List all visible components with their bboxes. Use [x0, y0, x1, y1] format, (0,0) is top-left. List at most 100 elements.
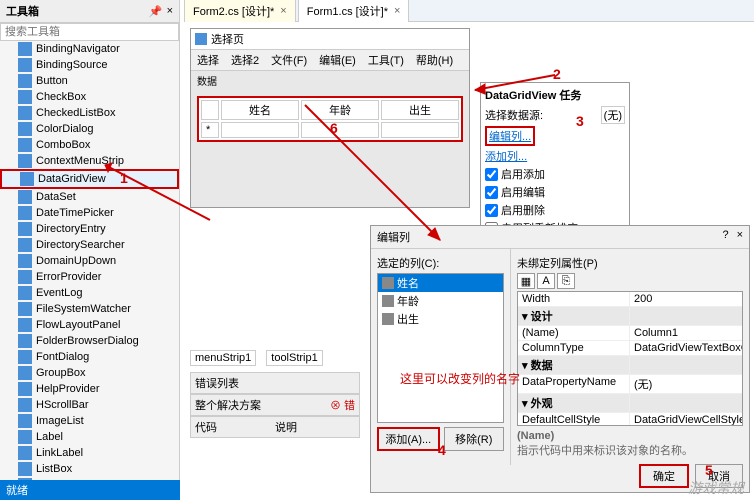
toolbox-item-eventlog[interactable]: EventLog: [0, 285, 179, 301]
scope-dropdown[interactable]: 整个解决方案: [195, 397, 330, 413]
toolbox-item-imagelist[interactable]: ImageList: [0, 413, 179, 429]
toolbox-panel: 工具箱 📌 × BindingNavigatorBindingSourceBut…: [0, 0, 180, 500]
remove-button[interactable]: 移除(R): [444, 427, 505, 451]
control-icon: [18, 106, 32, 120]
annotation-note: 这里可以改变列的名字: [400, 370, 520, 387]
property-row[interactable]: ▾ 数据: [518, 356, 742, 375]
watermark: 游戏常规: [688, 478, 744, 498]
task-checkbox[interactable]: [485, 204, 498, 217]
toolbox-item-fontdialog[interactable]: FontDialog: [0, 349, 179, 365]
control-icon: [18, 90, 32, 104]
menu-item[interactable]: 帮助(H): [410, 50, 459, 70]
task-checkbox[interactable]: [485, 186, 498, 199]
error-list-title: 错误列表: [190, 372, 360, 394]
control-icon: [18, 58, 32, 72]
control-icon: [18, 154, 32, 168]
close-icon[interactable]: ×: [280, 5, 286, 17]
close-icon[interactable]: ×: [737, 229, 743, 245]
toolstrip-component[interactable]: toolStrip1: [266, 350, 322, 366]
toolbox-item-filesystemwatcher[interactable]: FileSystemWatcher: [0, 301, 179, 317]
toolbox-item-button[interactable]: Button: [0, 73, 179, 89]
window-titlebar: 选择页: [191, 29, 469, 50]
property-row[interactable]: DefaultCellStyleDataGridViewCellStyle { …: [518, 413, 742, 426]
app-icon: [195, 33, 207, 45]
pin-icon[interactable]: 📌: [149, 5, 163, 18]
property-row[interactable]: DataPropertyName(无): [518, 375, 742, 394]
menu-item[interactable]: 选择: [191, 50, 225, 70]
selected-columns-list[interactable]: 姓名年龄出生: [377, 273, 504, 423]
datasource-dropdown[interactable]: (无): [601, 106, 625, 124]
toolbox-item-combobox[interactable]: ComboBox: [0, 137, 179, 153]
annotation-4: 4: [438, 442, 446, 458]
control-icon: [18, 382, 32, 396]
task-checkbox[interactable]: [485, 168, 498, 181]
toolbox-item-flowlayoutpanel[interactable]: FlowLayoutPanel: [0, 317, 179, 333]
property-grid[interactable]: Width200▾ 设计(Name)Column1ColumnTypeDataG…: [517, 291, 743, 426]
control-icon: [18, 286, 32, 300]
document-tab[interactable]: Form1.cs [设计]*×: [298, 0, 410, 22]
toolbox-search-input[interactable]: [0, 23, 179, 41]
menubar[interactable]: 选择选择2文件(F)编辑(E)工具(T)帮助(H): [191, 50, 469, 71]
toolbox-title: 工具箱: [6, 3, 149, 19]
menu-item[interactable]: 选择2: [225, 50, 265, 70]
menu-item[interactable]: 编辑(E): [313, 50, 362, 70]
toolbox-item-listbox[interactable]: ListBox: [0, 461, 179, 477]
control-icon: [18, 222, 32, 236]
props-label: 未绑定列属性(P): [517, 255, 743, 271]
toolbox-item-label[interactable]: Label: [0, 429, 179, 445]
toolbox-item-linklabel[interactable]: LinkLabel: [0, 445, 179, 461]
edit-columns-link[interactable]: 编辑列...: [485, 126, 535, 146]
toolbox-item-domainupdown[interactable]: DomainUpDown: [0, 253, 179, 269]
toolbox-list[interactable]: BindingNavigatorBindingSourceButtonCheck…: [0, 41, 179, 495]
column-header[interactable]: 姓名: [221, 100, 299, 120]
status-bar: 就绪: [0, 480, 180, 500]
control-icon: [18, 398, 32, 412]
add-button[interactable]: 添加(A)...: [377, 427, 440, 451]
column-item[interactable]: 出生: [378, 310, 503, 328]
property-row[interactable]: Width200: [518, 292, 742, 307]
control-icon: [18, 366, 32, 380]
annotation-5: 5: [705, 462, 713, 478]
column-icon: [382, 295, 394, 307]
toolbox-item-checkedlistbox[interactable]: CheckedListBox: [0, 105, 179, 121]
property-row[interactable]: (Name)Column1: [518, 326, 742, 341]
ok-button[interactable]: 确定: [639, 464, 689, 488]
control-icon: [18, 238, 32, 252]
toolbox-item-directorysearcher[interactable]: DirectorySearcher: [0, 237, 179, 253]
column-item[interactable]: 姓名: [378, 274, 503, 292]
annotation-3: 3: [576, 113, 584, 129]
menu-item[interactable]: 工具(T): [362, 50, 410, 70]
toolbox-item-bindingsource[interactable]: BindingSource: [0, 57, 179, 73]
menu-item[interactable]: 文件(F): [265, 50, 313, 70]
add-column-link[interactable]: 添加列...: [485, 148, 527, 164]
toolbox-item-errorprovider[interactable]: ErrorProvider: [0, 269, 179, 285]
component-tray: menuStrip1 toolStrip1: [190, 350, 323, 366]
property-row[interactable]: ▾ 设计: [518, 307, 742, 326]
control-icon: [18, 74, 32, 88]
toolbox-item-folderbrowserdialog[interactable]: FolderBrowserDialog: [0, 333, 179, 349]
menustrip-component[interactable]: menuStrip1: [190, 350, 256, 366]
control-icon: [18, 42, 32, 56]
toolbox-item-groupbox[interactable]: GroupBox: [0, 365, 179, 381]
prop-pages-icon[interactable]: ⎘: [557, 273, 575, 289]
toolbox-item-hscrollbar[interactable]: HScrollBar: [0, 397, 179, 413]
close-icon[interactable]: ×: [394, 5, 400, 17]
help-icon[interactable]: ?: [722, 229, 728, 245]
toolbox-item-colordialog[interactable]: ColorDialog: [0, 121, 179, 137]
column-icon: [382, 277, 394, 289]
document-tab[interactable]: Form2.cs [设计]*×: [184, 0, 296, 22]
toolbox-item-bindingnavigator[interactable]: BindingNavigator: [0, 41, 179, 57]
toolbox-item-checkbox[interactable]: CheckBox: [0, 89, 179, 105]
status-text: 就绪: [6, 485, 28, 497]
alphabetical-icon[interactable]: A: [537, 273, 555, 289]
categorized-icon[interactable]: ▦: [517, 273, 535, 289]
window-title: 选择页: [211, 31, 244, 47]
control-icon: [18, 122, 32, 136]
toolbox-item-helpprovider[interactable]: HelpProvider: [0, 381, 179, 397]
column-item[interactable]: 年龄: [378, 292, 503, 310]
control-icon: [20, 172, 34, 186]
property-row[interactable]: ▾ 外观: [518, 394, 742, 413]
property-row[interactable]: ColumnTypeDataGridViewTextBoxColu: [518, 341, 742, 356]
close-icon[interactable]: ×: [167, 5, 173, 17]
control-icon: [18, 334, 32, 348]
